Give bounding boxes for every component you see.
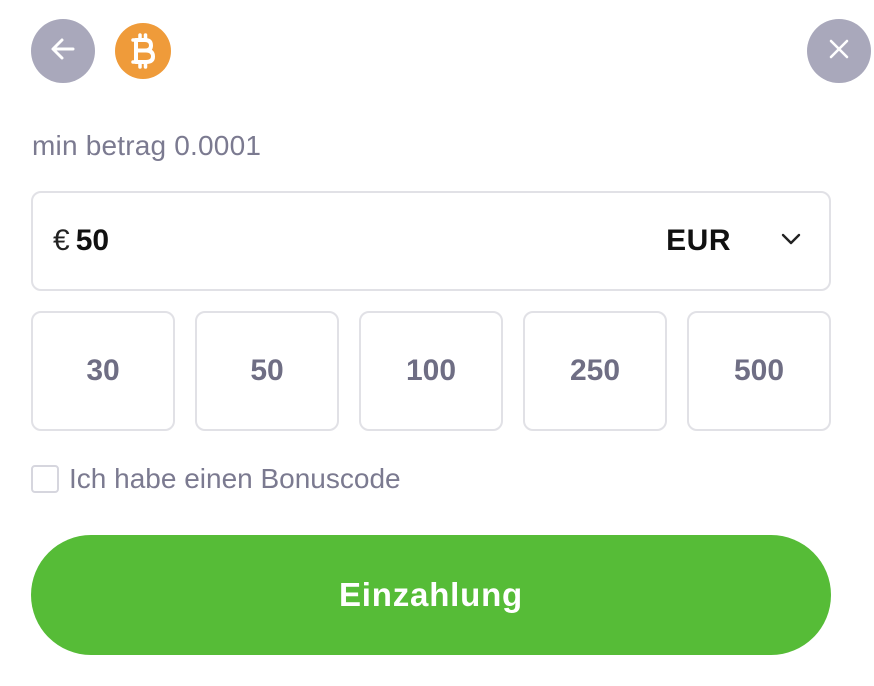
deposit-dialog: min betrag 0.0001 € 50 EUR 30 50 100 250… [0,0,874,686]
bonus-code-option[interactable]: Ich habe einen Bonuscode [31,463,401,495]
bonus-code-checkbox[interactable] [31,465,59,493]
preset-amount-button[interactable]: 30 [31,311,175,431]
amount-value[interactable]: 50 [76,224,109,258]
chevron-down-icon [781,232,801,250]
preset-amount-button[interactable]: 50 [195,311,339,431]
close-icon [827,37,851,66]
min-amount-text: min betrag 0.0001 [32,130,262,161]
bitcoin-icon [115,23,171,79]
preset-amount-button[interactable]: 500 [687,311,831,431]
bonus-code-label: Ich habe einen Bonuscode [69,463,401,494]
deposit-button[interactable]: Einzahlung [31,535,831,655]
preset-amounts: 30 50 100 250 500 [31,311,831,431]
preset-amount-button[interactable]: 250 [523,311,667,431]
close-button[interactable] [807,19,871,83]
back-button[interactable] [31,19,95,83]
currency-dropdown[interactable]: EUR [666,193,801,289]
arrow-left-icon [49,35,77,68]
preset-amount-button[interactable]: 100 [359,311,503,431]
amount-input[interactable]: € 50 EUR [31,191,831,291]
currency-code: EUR [666,224,731,257]
currency-symbol: € [53,224,70,257]
